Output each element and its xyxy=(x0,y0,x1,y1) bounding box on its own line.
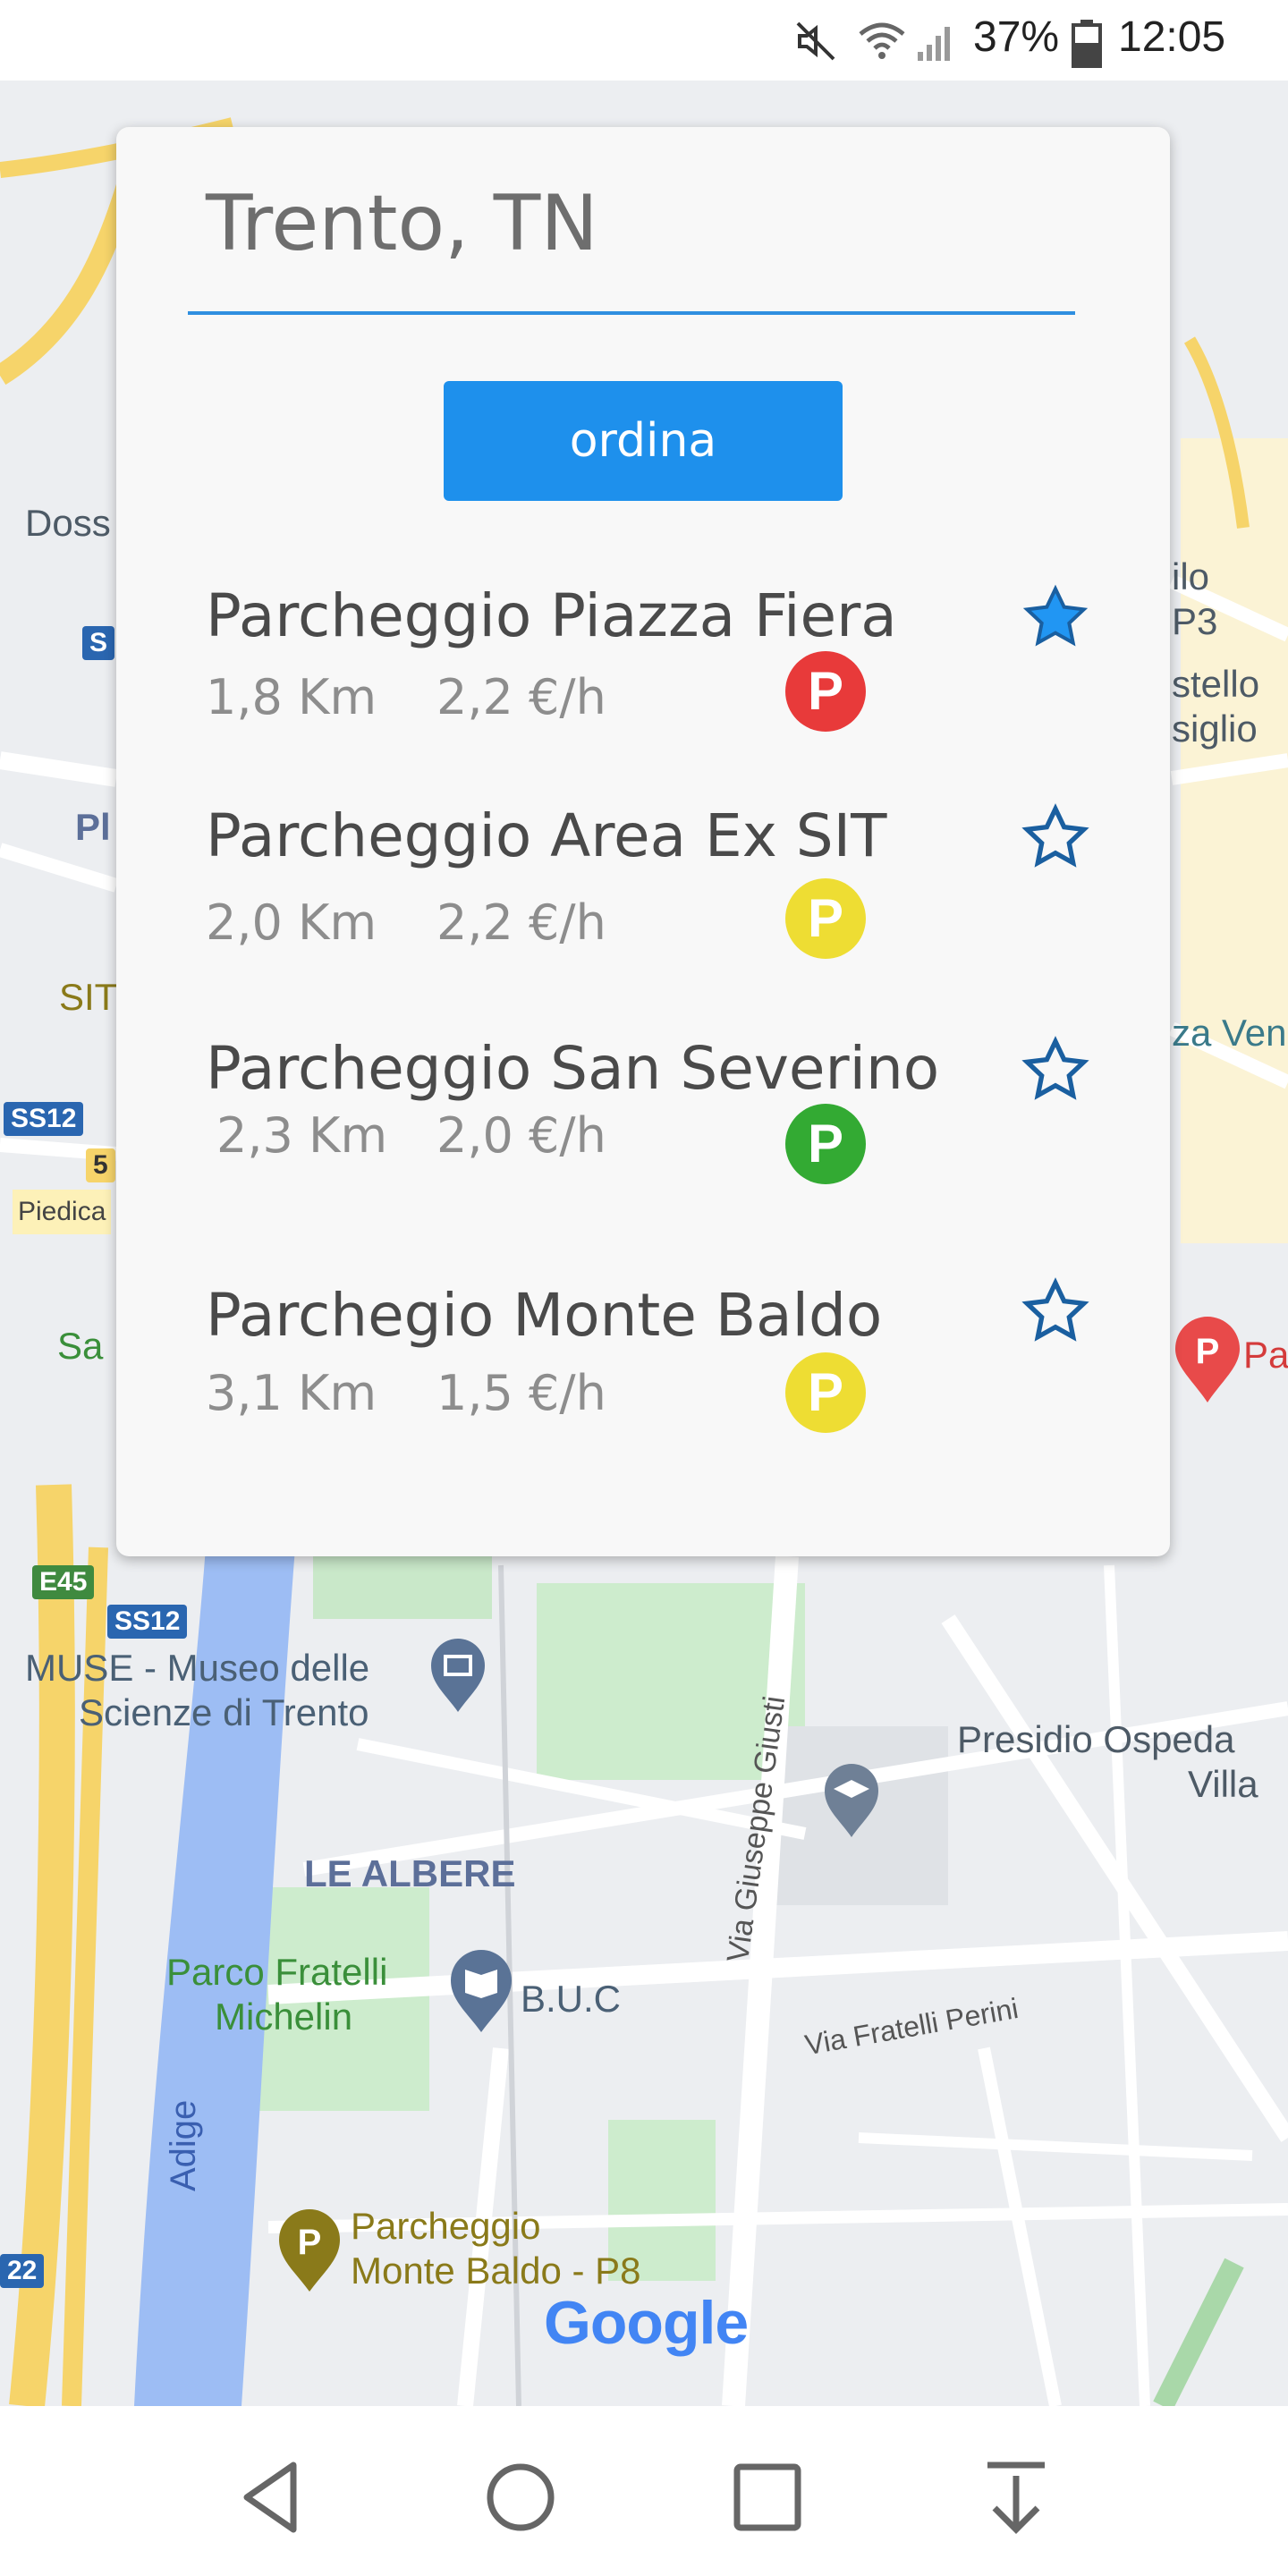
list-item[interactable]: Parcheggio Area Ex SIT 2,0 Km 2,2 €/h P xyxy=(116,801,1170,980)
map-label-ilo: ilo xyxy=(1172,555,1210,597)
wifi-icon xyxy=(859,22,905,59)
signal-icon xyxy=(918,27,950,61)
map-label-buc: B.U.C xyxy=(521,1978,622,2020)
library-icon xyxy=(451,1950,512,2032)
school-icon xyxy=(825,1764,878,1837)
road-shield-22: 22 xyxy=(0,2254,45,2288)
map-label-parcheggio-mb-2: Monte Baldo - P8 xyxy=(351,2250,641,2292)
map-label-adige: Adige xyxy=(164,2099,203,2191)
map-label-pa: Pa xyxy=(1243,1334,1288,1376)
map-label-le-albere: LE ALBERE xyxy=(304,1852,516,1894)
clock: 12:05 xyxy=(1118,13,1226,61)
list-item[interactable]: Parchegio Monte Baldo 3,1 Km 1,5 €/h P xyxy=(116,1277,1170,1460)
map-label-san: Sa xyxy=(57,1325,104,1367)
parking-distance: 2,0 Km xyxy=(206,894,377,951)
museum-icon xyxy=(431,1639,485,1712)
list-item[interactable]: Parcheggio San Severino 2,3 Km 2,0 €/h P xyxy=(116,1034,1170,1213)
map-label-muse-2: Scienze di Trento xyxy=(79,1691,369,1733)
parking-status-badge: P xyxy=(785,878,866,959)
recents-icon[interactable] xyxy=(714,2444,821,2551)
svg-text:P: P xyxy=(1196,1332,1220,1371)
home-icon[interactable] xyxy=(467,2444,574,2551)
parking-pin-olive-icon: P xyxy=(279,2209,340,2292)
road-shield-e45: E45 xyxy=(32,1565,95,1599)
parking-list-card: Trento, TN ordina Parcheggio Piazza Fier… xyxy=(116,127,1170,1556)
map-label-p3: P3 xyxy=(1172,600,1218,642)
road-shield-s: S xyxy=(82,626,115,660)
map-label-sit: SIT xyxy=(59,976,118,1018)
map-label-piedica: Piedica xyxy=(13,1190,112,1234)
map-label-parco: Parco Fratelli xyxy=(166,1951,388,1993)
parking-pin-red-icon: P xyxy=(1175,1317,1240,1402)
parking-price: 2,0 €/h xyxy=(436,1107,606,1164)
parking-price: 2,2 €/h xyxy=(436,669,606,725)
list-item[interactable]: Parcheggio Piazza Fiera 1,8 Km 2,2 €/h P xyxy=(116,581,1170,760)
map-label-parco-2: Michelin xyxy=(215,1996,353,2038)
map-label-parcheggio-mb: Parcheggio xyxy=(351,2205,541,2247)
parking-distance: 3,1 Km xyxy=(206,1365,377,1421)
battery-percentage: 37% xyxy=(973,13,1060,61)
dropdown-icon[interactable] xyxy=(962,2444,1070,2551)
parking-name: Parcheggio San Severino xyxy=(206,1034,940,1103)
parking-distance: 1,8 Km xyxy=(206,669,377,725)
map-label-villa: Villa xyxy=(1188,1763,1258,1805)
road-shield-5: 5 xyxy=(86,1148,115,1182)
parking-price: 1,5 €/h xyxy=(436,1365,606,1421)
parking-name: Parchegio Monte Baldo xyxy=(206,1281,883,1350)
star-outline-icon[interactable] xyxy=(1020,1275,1091,1347)
search-input[interactable]: Trento, TN xyxy=(206,179,598,268)
svg-text:P: P xyxy=(298,2223,322,2262)
road-shield-ss12-bottom: SS12 xyxy=(107,1605,188,1639)
navigation-bar xyxy=(0,2406,1288,2576)
star-filled-icon[interactable] xyxy=(1020,581,1091,653)
parking-distance: 2,3 Km xyxy=(216,1107,388,1164)
map-label-stello: stello xyxy=(1172,663,1260,705)
map-label-muse: MUSE - Museo delle xyxy=(25,1647,370,1689)
road-shield-ss12-top: SS12 xyxy=(4,1102,84,1136)
parking-status-badge: P xyxy=(785,1104,866,1184)
star-outline-icon[interactable] xyxy=(1020,1034,1091,1106)
map-label-siglio: siglio xyxy=(1172,708,1258,750)
parking-name: Parcheggio Area Ex SIT xyxy=(206,801,887,870)
back-icon[interactable] xyxy=(218,2444,326,2551)
map-label-zaven: za Ven xyxy=(1172,1012,1287,1054)
sort-button[interactable]: ordina xyxy=(444,381,843,501)
status-bar: 37% 12:05 xyxy=(0,0,1288,80)
parking-name: Parcheggio Piazza Fiera xyxy=(206,581,897,650)
battery-icon xyxy=(1072,20,1102,68)
parking-status-badge: P xyxy=(785,651,866,732)
map-label-doss: Doss xyxy=(25,502,111,544)
map-label-pi: Pl xyxy=(75,806,111,848)
map-label-presidio: Presidio Ospeda xyxy=(957,1718,1235,1760)
star-outline-icon[interactable] xyxy=(1020,801,1091,873)
parking-price: 2,2 €/h xyxy=(436,894,606,951)
google-logo: Google xyxy=(544,2289,749,2357)
search-underline xyxy=(188,311,1075,315)
parking-status-badge: P xyxy=(785,1352,866,1433)
mute-icon xyxy=(796,21,835,61)
